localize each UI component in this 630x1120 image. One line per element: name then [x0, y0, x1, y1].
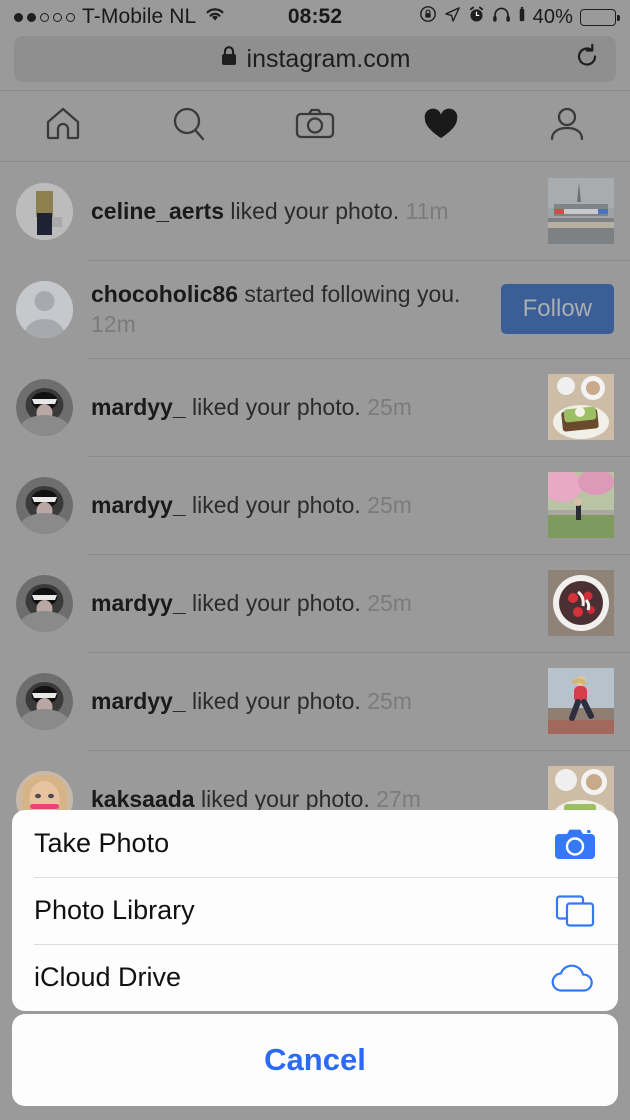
- rotation-lock-icon: [419, 5, 437, 29]
- option-label: Take Photo: [34, 828, 170, 858]
- headphones-icon: [492, 5, 511, 29]
- action-sheet-option-photo-library[interactable]: Photo Library: [12, 877, 618, 944]
- action-sheet: Take Photo Photo Library iCloud Drive: [12, 810, 618, 1011]
- cloud-icon: [548, 962, 596, 994]
- battery-icon: [580, 8, 620, 26]
- option-label: Photo Library: [34, 895, 195, 925]
- alarm-clock-icon: [468, 5, 485, 29]
- status-bar-right: 40%: [419, 5, 620, 29]
- action-sheet-option-take-photo[interactable]: Take Photo: [12, 810, 618, 877]
- headphone-battery-icon: [518, 5, 526, 29]
- option-label: iCloud Drive: [34, 962, 182, 992]
- action-sheet-cancel-button[interactable]: Cancel: [12, 1014, 618, 1106]
- action-sheet-overlay[interactable]: Take Photo Photo Library iCloud Drive Ca…: [0, 0, 630, 1120]
- battery-percentage: 40%: [532, 5, 573, 28]
- camera-filled-icon: [548, 828, 596, 860]
- cancel-label: Cancel: [264, 1042, 366, 1077]
- action-sheet-option-icloud-drive[interactable]: iCloud Drive: [12, 944, 618, 1011]
- photo-stack-icon: [548, 894, 596, 928]
- location-arrow-icon: [444, 5, 461, 29]
